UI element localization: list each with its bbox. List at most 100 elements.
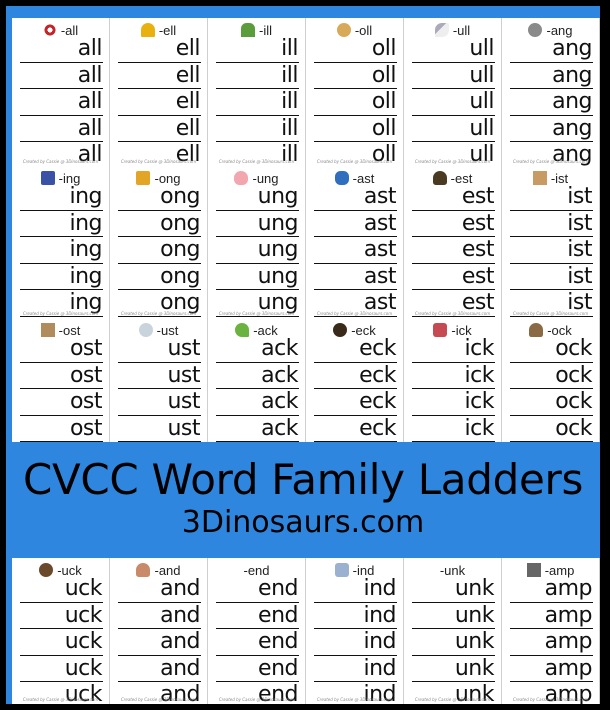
writing-line: ull — [412, 63, 495, 89]
writing-lines: ung ung ung ung ung — [216, 184, 299, 317]
writing-line: uck — [20, 603, 103, 629]
writing-line: ist — [510, 211, 593, 237]
gong-icon — [528, 23, 543, 37]
writing-line: ick — [412, 389, 495, 416]
writing-line: ind — [314, 656, 397, 682]
writing-line: ung — [216, 184, 299, 211]
writing-line: ang — [510, 116, 593, 142]
credit-text: Created by Cassie @ 3Dinosaurs.com — [22, 697, 99, 702]
writing-line: ost — [20, 416, 103, 442]
writing-lines: ock ock ock ock — [510, 336, 593, 442]
credit-text: Created by Cassie @ 3Dinosaurs.com — [218, 311, 295, 316]
songbook-icon — [136, 171, 151, 185]
credit-text: Created by Cassie @ 3Dinosaurs.com — [120, 159, 197, 164]
writing-line: amp — [510, 629, 593, 656]
writing-line: ong — [118, 264, 201, 290]
writing-line: ist — [510, 184, 593, 211]
beach-ball-icon — [42, 23, 57, 37]
writing-line: ist — [510, 237, 593, 264]
writing-line: end — [216, 629, 299, 656]
seagull-icon — [434, 23, 449, 37]
writing-line: ull — [412, 36, 495, 63]
credit-text: Created by Cassie @ 3Dinosaurs.com — [512, 159, 589, 164]
writing-lines: ang ang ang ang ang — [510, 36, 593, 166]
ladder-card-and: -and and and and and and Created by Cassie @ 3… — [110, 558, 208, 704]
credit-text: Created by Cassie @ 3Dinosaurs.com — [316, 159, 393, 164]
writing-line: oll — [314, 63, 397, 89]
credit-text: Created by Cassie @ 3Dinosaurs.com — [22, 159, 99, 164]
ladder-row: -ost ost ost ost ost -ust ust ust ust ust -ack ack a… — [12, 318, 600, 446]
writing-line: ick — [412, 363, 495, 389]
bread-roll-icon — [336, 23, 351, 37]
writing-lines: ing ing ing ing ing — [20, 184, 103, 317]
writing-lines: ill ill ill ill ill — [216, 36, 299, 166]
lamp-icon — [526, 563, 541, 577]
writing-line: and — [118, 656, 201, 682]
writing-line: unk — [412, 603, 495, 629]
writing-line: ock — [510, 336, 593, 363]
writing-line: ing — [20, 237, 103, 264]
writing-lines: all all all all all — [20, 36, 103, 166]
writing-line: end — [216, 576, 299, 603]
writing-line: all — [20, 116, 103, 142]
writing-line: eck — [314, 389, 397, 416]
credit-text: Created by Cassie @ 3Dinosaurs.com — [512, 697, 589, 702]
writing-line: ell — [118, 63, 201, 89]
writing-line: oll — [314, 89, 397, 116]
ladder-card-ost: -ost ost ost ost ost — [12, 318, 110, 446]
writing-line: ull — [412, 89, 495, 116]
writing-line: ill — [216, 116, 299, 142]
writing-lines: uck uck uck uck uck — [20, 576, 103, 704]
ladder-card-est: -est est est est est est Created by Cassie @ 3… — [404, 166, 502, 318]
writing-lines: amp amp amp amp amp — [510, 576, 593, 704]
credit-text: Created by Cassie @ 3Dinosaurs.com — [414, 159, 491, 164]
ladder-card-ist: -ist ist ist ist ist ist Created by Cassie @ 3… — [502, 166, 600, 318]
writing-line: and — [118, 576, 201, 603]
writing-line: ack — [216, 389, 299, 416]
writing-line: amp — [510, 656, 593, 682]
ladder-card-ell: -ell ell ell ell ell ell Created by Cassie @ 3… — [110, 18, 208, 166]
ladder-card-ast: -ast ast ast ast ast ast Created by Cassie @ 3… — [306, 166, 404, 318]
hand-icon — [136, 563, 151, 577]
writing-line: amp — [510, 576, 593, 603]
writing-lines: ick ick ick ick — [412, 336, 495, 442]
writing-line: ast — [314, 211, 397, 237]
ladder-row: -ing ing ing ing ing ing Created by Cassie @ 3… — [12, 166, 600, 318]
ladder-row: -all all all all all all Created by Cassie @ 3… — [12, 18, 600, 166]
credit-text: Created by Cassie @ 3Dinosaurs.com — [512, 311, 589, 316]
running-boy-icon — [334, 171, 349, 185]
writing-line: and — [118, 603, 201, 629]
writing-lines: ast ast ast ast ast — [314, 184, 397, 317]
writing-lines: ost ost ost ost — [20, 336, 103, 442]
wrist-icon — [532, 171, 547, 185]
credit-text: Created by Cassie @ 3Dinosaurs.com — [218, 697, 295, 702]
writing-line: ung — [216, 264, 299, 290]
ladder-row: -uck uck uck uck uck uck Created by Cassie @ 3… — [12, 558, 600, 704]
writing-lines: eck eck eck eck — [314, 336, 397, 442]
title-banner: CVCC Word Family Ladders 3Dinosaurs.com — [6, 442, 600, 552]
writing-line: eck — [314, 363, 397, 389]
writing-line: ost — [20, 389, 103, 416]
dust-icon — [138, 323, 153, 337]
writing-line: uck — [20, 576, 103, 603]
writing-lines: ist ist ist ist ist — [510, 184, 593, 317]
writing-line: all — [20, 89, 103, 116]
writing-line: ost — [20, 336, 103, 363]
writing-line: ist — [510, 264, 593, 290]
writing-line: ang — [510, 36, 593, 63]
credit-text: Created by Cassie @ 3Dinosaurs.com — [120, 311, 197, 316]
duck-icon — [39, 563, 54, 577]
writing-line: ast — [314, 184, 397, 211]
writing-line: ust — [118, 336, 201, 363]
writing-line: ick — [412, 336, 495, 363]
writing-line: ill — [216, 36, 299, 63]
writing-line: ong — [118, 184, 201, 211]
rock-icon — [529, 323, 544, 337]
writing-line: ock — [510, 416, 593, 442]
ladder-card-unk: -unk unk unk unk unk unk Created by Cassie @ 3… — [404, 558, 502, 704]
writing-line: ind — [314, 629, 397, 656]
writing-line: unk — [412, 656, 495, 682]
writing-line: ell — [118, 89, 201, 116]
writing-line: oll — [314, 36, 397, 63]
writing-line: ang — [510, 89, 593, 116]
